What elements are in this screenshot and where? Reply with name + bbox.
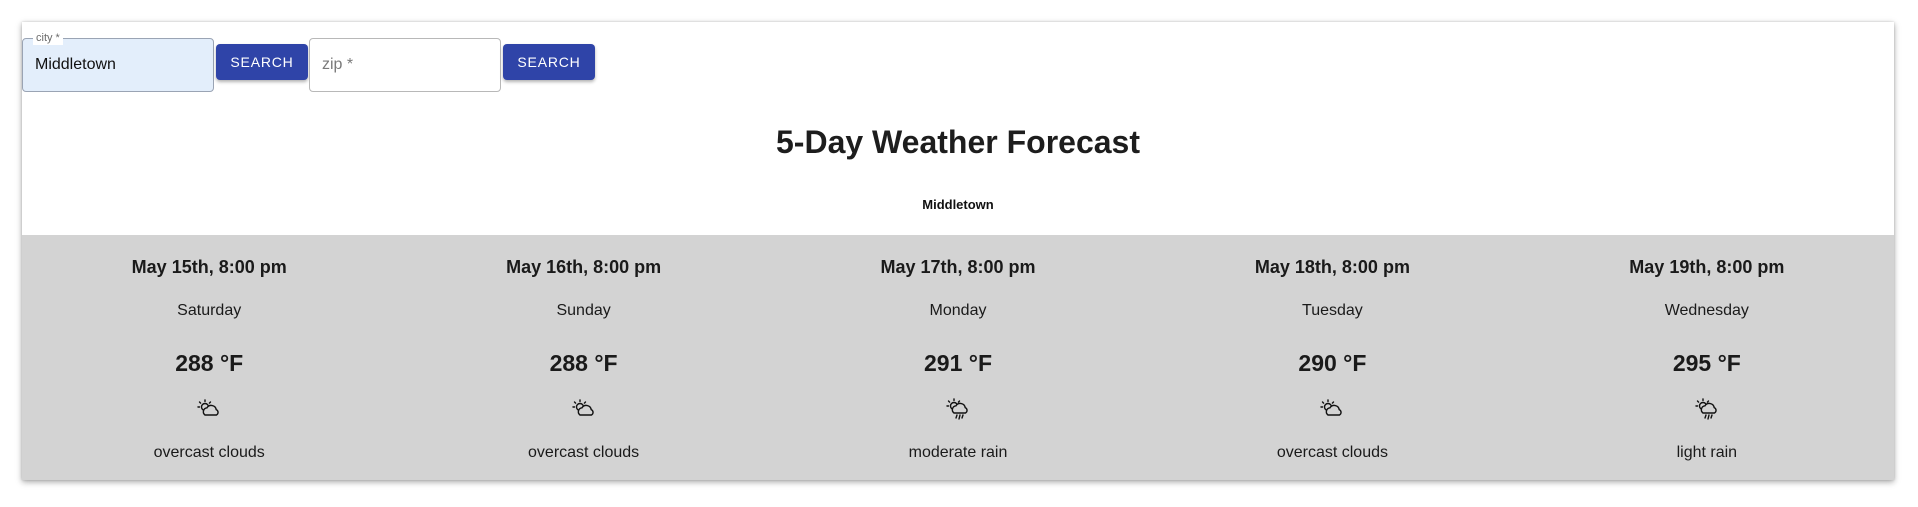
forecast-weekday: Wednesday bbox=[1664, 302, 1749, 319]
zip-input[interactable]: zip * bbox=[322, 56, 353, 74]
zip-search-button[interactable]: SEARCH bbox=[503, 44, 595, 80]
forecast-description: overcast clouds bbox=[1276, 444, 1388, 461]
city-input[interactable]: Middletown bbox=[35, 56, 116, 74]
forecast-date: May 16th, 8:00 pm bbox=[506, 257, 662, 277]
cloudy-sun-icon bbox=[197, 399, 219, 416]
forecast-temperature: 290 °F bbox=[1298, 350, 1367, 376]
forecast-date: May 15th, 8:00 pm bbox=[131, 257, 287, 277]
cloudy-sun-icon bbox=[1320, 399, 1343, 416]
cloudy-sun-icon bbox=[571, 399, 594, 416]
forecast-day: May 17th, 8:00 pm Monday 291 °F moderate… bbox=[771, 235, 1145, 480]
city-field[interactable]: city * Middletown bbox=[22, 31, 214, 92]
forecast-day: May 15th, 8:00 pm Saturday 288 °F overca… bbox=[22, 235, 396, 480]
zip-field[interactable]: zip * bbox=[309, 38, 501, 92]
forecast-temperature: 288 °F bbox=[175, 350, 244, 376]
forecast-weekday: Sunday bbox=[556, 302, 611, 319]
forecast-temperature: 291 °F bbox=[924, 350, 993, 376]
forecast-date: May 19th, 8:00 pm bbox=[1629, 257, 1785, 277]
rain-sun-icon bbox=[946, 398, 968, 420]
forecast-temperature: 295 °F bbox=[1672, 350, 1741, 376]
search-bar: city * Middletown SEARCH zip * SEARCH bbox=[22, 22, 1894, 112]
rain-sun-icon bbox=[1695, 398, 1717, 420]
page-title: 5-Day Weather Forecast bbox=[776, 124, 1140, 160]
forecast-date: May 18th, 8:00 pm bbox=[1254, 257, 1410, 277]
city-field-label: city * bbox=[33, 31, 63, 45]
forecast-date: May 17th, 8:00 pm bbox=[880, 257, 1036, 277]
forecast-weekday: Tuesday bbox=[1302, 302, 1363, 319]
forecast-description: moderate rain bbox=[908, 444, 1008, 461]
forecast-weekday: Monday bbox=[929, 302, 987, 319]
forecast-day: May 19th, 8:00 pm Wednesday 295 °F light… bbox=[1520, 235, 1894, 480]
city-search-button[interactable]: SEARCH bbox=[216, 44, 308, 80]
forecast-weekday: Saturday bbox=[177, 302, 242, 319]
forecast-day: May 16th, 8:00 pm Sunday 288 °F overcast… bbox=[396, 235, 770, 480]
forecast-description: light rain bbox=[1676, 444, 1738, 461]
weather-card: city * Middletown SEARCH zip * SEARCH 5-… bbox=[22, 22, 1894, 480]
forecast-description: overcast clouds bbox=[528, 444, 640, 461]
forecast-description: overcast clouds bbox=[153, 444, 265, 461]
forecast-temperature: 288 °F bbox=[549, 350, 618, 376]
location-name: Middletown bbox=[922, 197, 994, 212]
forecast-row: May 15th, 8:00 pm Saturday 288 °F overca… bbox=[22, 235, 1894, 480]
forecast-day: May 18th, 8:00 pm Tuesday 290 °F overcas… bbox=[1145, 235, 1519, 480]
